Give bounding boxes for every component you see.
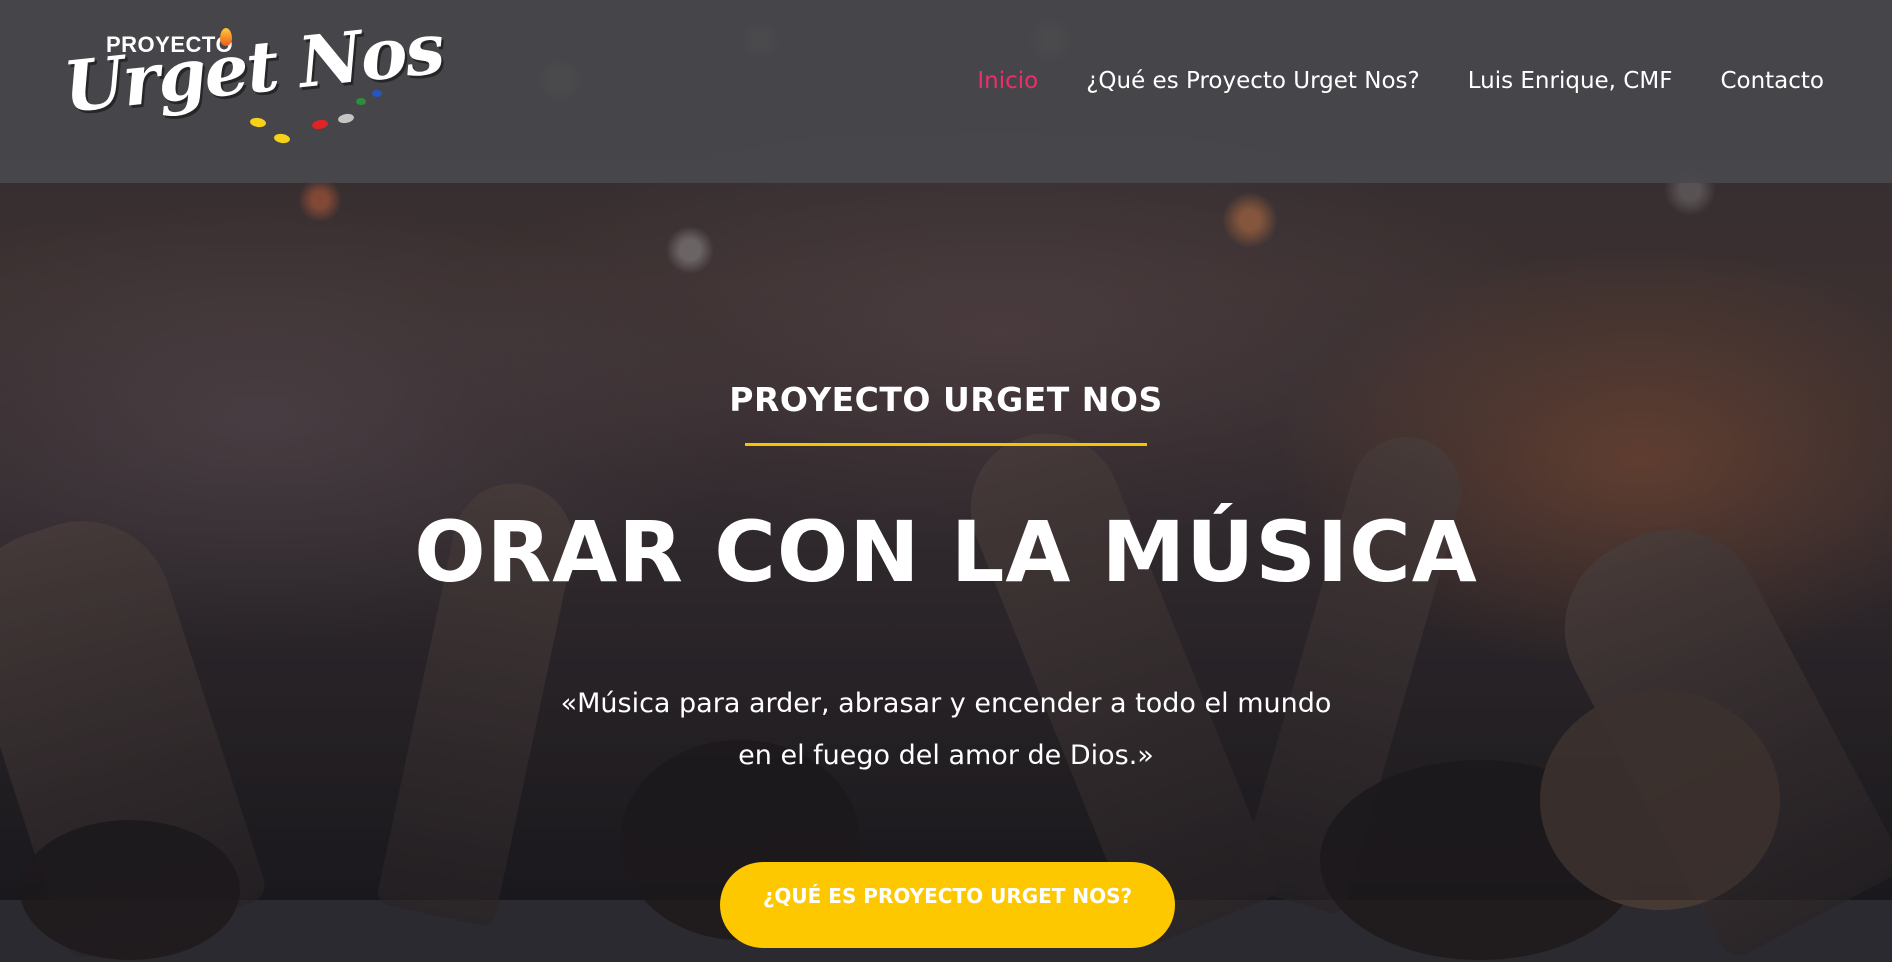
nav-item-luis-enrique[interactable]: Luis Enrique, CMF bbox=[1468, 68, 1673, 94]
footprint-icon bbox=[273, 132, 291, 145]
hero-headline: ORAR CON LA MÚSICA bbox=[414, 503, 1478, 601]
hero-section: PROYECTO URGET NOS ORAR CON LA MÚSICA «M… bbox=[0, 380, 1892, 782]
footprint-icon bbox=[249, 116, 267, 129]
cta-button[interactable]: ¿QUÉ ES PROYECTO URGET NOS? bbox=[720, 862, 1175, 948]
hero-eyebrow: PROYECTO URGET NOS bbox=[729, 380, 1163, 419]
navbar: PROYECTO Urget Nos Inicio ¿Qué es Proyec… bbox=[0, 0, 1892, 183]
nav-item-que-es-proyecto[interactable]: ¿Qué es Proyecto Urget Nos? bbox=[1086, 68, 1420, 94]
main-nav: Inicio ¿Qué es Proyecto Urget Nos? Luis … bbox=[977, 68, 1824, 94]
footprint-icon bbox=[311, 118, 329, 131]
hero-quote: «Música para arder, abrasar y encender a… bbox=[516, 678, 1376, 782]
footprint-icon bbox=[337, 112, 355, 125]
yellow-divider bbox=[745, 443, 1147, 446]
site-logo[interactable]: PROYECTO Urget Nos bbox=[60, 6, 446, 157]
footprint-icon bbox=[372, 90, 382, 97]
logo-main-text: Urget Nos bbox=[59, 6, 447, 129]
nav-item-inicio[interactable]: Inicio bbox=[977, 68, 1038, 94]
hero-quote-line-1: «Música para arder, abrasar y encender a… bbox=[560, 688, 1332, 719]
nav-item-contacto[interactable]: Contacto bbox=[1720, 68, 1824, 94]
hero-quote-line-2: en el fuego del amor de Dios.» bbox=[738, 740, 1154, 771]
footprint-icon bbox=[356, 98, 366, 105]
